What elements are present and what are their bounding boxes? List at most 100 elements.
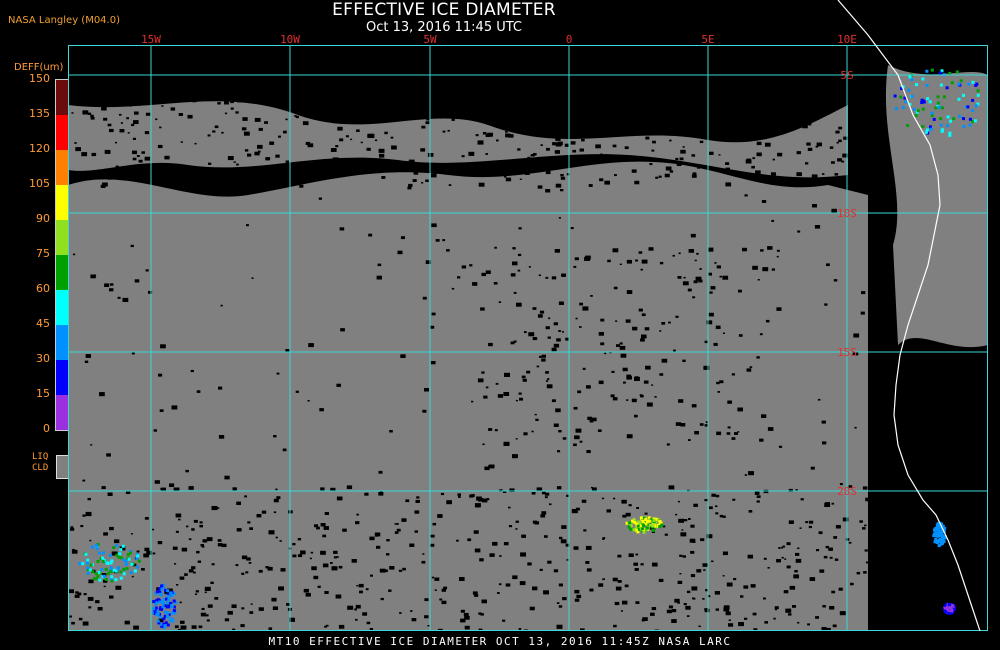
clear-sky-speckle xyxy=(461,265,467,269)
clear-sky-speckle xyxy=(654,396,657,398)
clear-sky-speckle xyxy=(143,553,149,558)
clear-sky-speckle xyxy=(235,564,239,567)
clear-sky-speckle xyxy=(265,157,271,161)
ice-cloud-pixel xyxy=(172,599,176,603)
clear-sky-speckle xyxy=(522,378,527,382)
ice-cloud-pixel xyxy=(899,95,903,99)
clear-sky-speckle xyxy=(860,54,866,58)
clear-sky-speckle xyxy=(692,111,695,114)
ice-cloud-pixel xyxy=(158,615,162,619)
clear-sky-speckle xyxy=(710,286,716,290)
clear-sky-speckle xyxy=(128,104,132,107)
clear-sky-speckle xyxy=(624,584,629,588)
ice-cloud-pixel xyxy=(122,567,126,571)
clear-sky-speckle xyxy=(587,416,592,420)
clear-sky-speckle xyxy=(515,399,518,402)
clear-sky-speckle xyxy=(188,52,192,54)
clear-sky-speckle xyxy=(814,225,821,229)
clear-sky-speckle xyxy=(677,580,683,584)
clear-sky-speckle xyxy=(622,514,627,518)
clear-sky-speckle xyxy=(497,592,500,594)
clear-sky-speckle xyxy=(431,223,437,228)
clear-sky-speckle xyxy=(356,129,360,132)
clear-sky-speckle xyxy=(635,553,639,556)
clear-sky-speckle xyxy=(614,174,617,177)
clear-sky-speckle xyxy=(513,291,517,294)
clear-sky-speckle xyxy=(71,549,78,554)
clear-sky-speckle xyxy=(537,185,543,189)
ice-cloud-pixel xyxy=(940,129,944,133)
clear-sky-speckle xyxy=(862,486,868,490)
clear-sky-speckle xyxy=(546,147,550,151)
ice-cloud-pixel xyxy=(949,119,953,123)
clear-sky-speckle xyxy=(485,86,490,90)
clear-sky-speckle xyxy=(785,608,792,613)
clear-sky-speckle xyxy=(784,123,787,126)
clear-sky-speckle xyxy=(707,95,712,99)
clear-sky-speckle xyxy=(807,147,813,151)
clear-sky-speckle xyxy=(369,536,375,541)
clear-sky-speckle xyxy=(825,545,829,549)
clear-sky-speckle xyxy=(586,450,591,454)
ice-cloud-pixel xyxy=(933,527,937,531)
clear-sky-speckle xyxy=(227,156,234,161)
clear-sky-speckle xyxy=(523,432,528,436)
clear-sky-speckle xyxy=(750,584,756,588)
clear-sky-speckle xyxy=(821,420,826,424)
clear-sky-speckle xyxy=(333,556,337,559)
clear-sky-speckle xyxy=(719,380,724,384)
clear-sky-speckle xyxy=(355,618,358,621)
clear-sky-speckle xyxy=(71,112,74,114)
clear-sky-speckle xyxy=(634,376,640,381)
clear-sky-speckle xyxy=(756,495,761,498)
ice-cloud-pixel xyxy=(108,570,112,574)
clear-sky-speckle xyxy=(365,77,369,80)
clear-sky-speckle xyxy=(624,146,629,150)
clear-sky-speckle xyxy=(478,169,483,173)
clear-sky-speckle xyxy=(606,509,611,513)
clear-sky-speckle xyxy=(529,102,535,107)
clear-sky-speckle xyxy=(756,141,762,146)
ice-cloud-pixel xyxy=(630,519,634,523)
clear-sky-speckle xyxy=(386,108,390,111)
clear-sky-speckle xyxy=(155,118,158,121)
clear-sky-speckle xyxy=(571,509,578,514)
clear-sky-speckle xyxy=(553,343,560,348)
clear-sky-speckle xyxy=(322,534,327,538)
clear-sky-speckle xyxy=(832,624,837,628)
ice-cloud-pixel xyxy=(112,568,116,572)
clear-sky-speckle xyxy=(553,322,558,326)
clear-sky-speckle xyxy=(744,88,748,91)
clear-sky-speckle xyxy=(472,591,478,595)
clear-sky-speckle xyxy=(864,524,867,527)
ice-cloud-pixel xyxy=(652,518,656,522)
clear-sky-speckle xyxy=(795,552,800,556)
clear-sky-speckle xyxy=(807,623,810,626)
clear-sky-speckle xyxy=(589,588,594,592)
clear-sky-speckle xyxy=(644,327,650,331)
clear-sky-speckle xyxy=(477,102,483,106)
clear-sky-speckle xyxy=(715,512,719,515)
clear-sky-speckle xyxy=(637,50,643,55)
clear-sky-speckle xyxy=(214,597,219,600)
clear-sky-speckle xyxy=(586,385,591,389)
clear-sky-speckle xyxy=(547,560,552,564)
clear-sky-speckle xyxy=(241,572,245,575)
clear-sky-speckle xyxy=(131,352,135,355)
clear-sky-speckle xyxy=(776,559,781,563)
ice-cloud-pixel xyxy=(952,117,956,121)
clear-sky-speckle xyxy=(320,487,325,491)
clear-sky-speckle xyxy=(573,113,578,117)
clear-sky-speckle xyxy=(345,135,349,138)
clear-sky-speckle xyxy=(614,85,617,88)
clear-sky-speckle xyxy=(104,149,111,154)
clear-sky-speckle xyxy=(809,577,816,581)
clear-sky-speckle xyxy=(241,127,247,131)
clear-sky-speckle xyxy=(666,609,672,614)
ice-cloud-pixel xyxy=(641,524,645,527)
clear-sky-speckle xyxy=(856,123,862,128)
clear-sky-speckle xyxy=(813,105,819,110)
clear-sky-speckle xyxy=(742,247,747,252)
clear-sky-speckle xyxy=(856,571,861,575)
clear-sky-speckle xyxy=(164,166,167,168)
